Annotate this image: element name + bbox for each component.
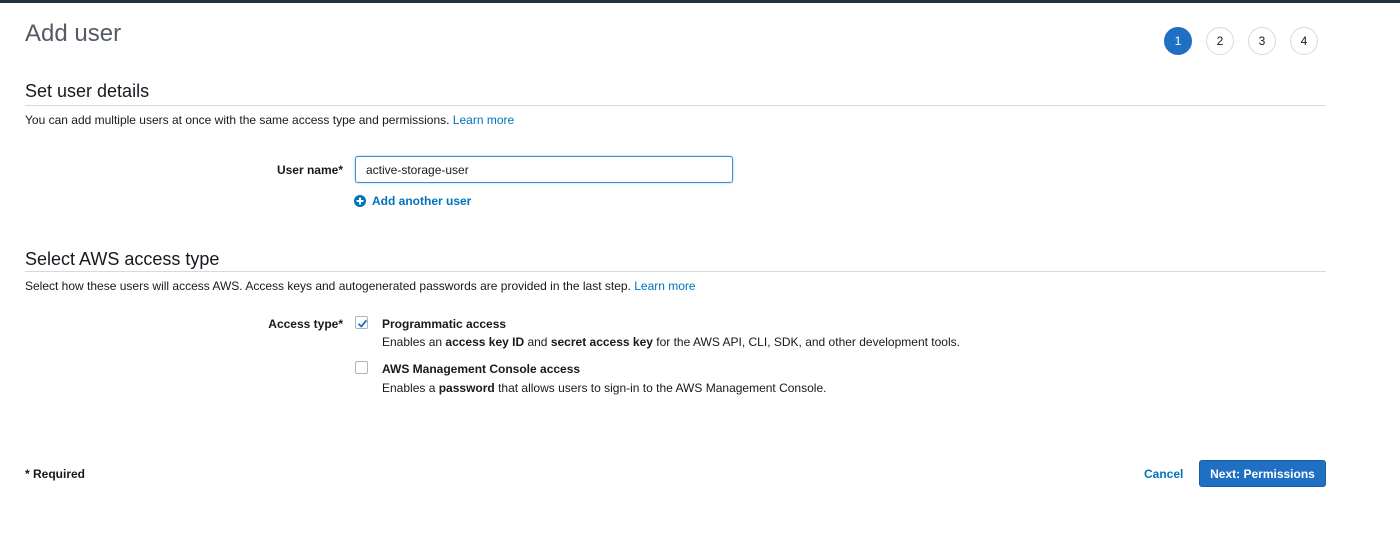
step-3[interactable]: 3 [1248, 27, 1276, 55]
wizard-steps: 1 2 3 4 [1164, 27, 1318, 55]
cancel-button[interactable]: Cancel [1144, 467, 1183, 481]
desc-bold: access key ID [445, 335, 525, 349]
learn-more-link[interactable]: Learn more [634, 279, 695, 293]
user-details-description: You can add multiple users at once with … [25, 113, 514, 127]
access-type-label: Access type* [268, 317, 343, 331]
checkmark-icon [357, 319, 368, 328]
plus-circle-icon [354, 195, 366, 207]
access-type-description-text: Select how these users will access AWS. … [25, 279, 631, 293]
desc-text: and [524, 335, 551, 349]
console-access-description: Enables a password that allows users to … [382, 381, 826, 395]
access-type-heading: Select AWS access type [25, 249, 220, 269]
desc-text: Enables a [382, 381, 439, 395]
top-bar [0, 0, 1400, 3]
user-details-heading: Set user details [25, 81, 150, 101]
desc-text: that allows users to sign-in to the AWS … [494, 381, 827, 395]
user-name-input[interactable] [355, 156, 733, 183]
console-access-title: AWS Management Console access [382, 362, 581, 376]
desc-bold: password [438, 381, 495, 395]
next-permissions-button[interactable]: Next: Permissions [1199, 460, 1326, 487]
page-title: Add user [25, 20, 122, 47]
desc-bold: secret access key [550, 335, 653, 349]
desc-text: Enables an [382, 335, 446, 349]
section-divider [25, 271, 1326, 272]
step-1[interactable]: 1 [1164, 27, 1192, 55]
add-another-user-button[interactable]: Add another user [354, 194, 471, 208]
programmatic-access-title: Programmatic access [382, 317, 507, 331]
step-4[interactable]: 4 [1290, 27, 1318, 55]
programmatic-access-description: Enables an access key ID and secret acce… [382, 335, 960, 349]
required-note: * Required [25, 467, 86, 481]
desc-text: for the AWS API, CLI, SDK, and other dev… [652, 335, 960, 349]
programmatic-access-checkbox[interactable] [355, 316, 368, 329]
access-type-description: Select how these users will access AWS. … [25, 279, 696, 293]
user-details-description-text: You can add multiple users at once with … [25, 113, 450, 127]
console-access-checkbox[interactable] [355, 361, 368, 374]
step-2[interactable]: 2 [1206, 27, 1234, 55]
add-another-user-label: Add another user [372, 194, 472, 208]
user-name-label: User name* [276, 163, 343, 177]
learn-more-link[interactable]: Learn more [453, 113, 514, 127]
section-divider [25, 105, 1326, 106]
